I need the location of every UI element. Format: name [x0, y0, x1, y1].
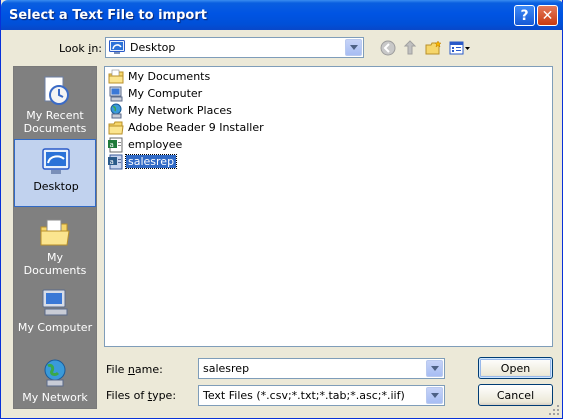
help-button[interactable]: ? [514, 5, 535, 26]
look-in-dropdown[interactable]: Desktop [105, 37, 364, 58]
file-type-value: Text Files (*.csv;*.txt;*.tab;*.asc;*.ii… [203, 389, 405, 402]
file-name-input[interactable] [198, 358, 445, 379]
look-in-label: Look in: [59, 42, 103, 55]
file-name: Adobe Reader 9 Installer [128, 121, 264, 134]
my-documents-icon [40, 219, 70, 246]
places-label: My Documents [23, 251, 87, 277]
file-name: My Network Places [128, 104, 232, 117]
file-import-dialog: Select a Text File to import ? ✕ Look in… [0, 0, 563, 419]
view-menu-icon [449, 41, 470, 55]
file-name: My Computer [128, 87, 203, 100]
cancel-button[interactable]: Cancel [478, 384, 553, 406]
my-computer-icon [42, 289, 68, 316]
places-item-my-computer[interactable]: My Computer [14, 281, 96, 349]
csv-file-icon: a [108, 137, 123, 153]
close-icon: ✕ [541, 7, 554, 24]
my-computer-icon [109, 86, 123, 102]
file-name: employee [128, 138, 183, 151]
places-label: My Computer [17, 321, 93, 334]
dialog-title: Select a Text File to import [9, 8, 207, 23]
desktop-icon [42, 148, 70, 174]
places-item-my-network[interactable]: My Network [14, 351, 96, 408]
file-name: My Documents [128, 70, 211, 83]
back-arrow-icon [380, 40, 396, 56]
my-documents-icon [108, 69, 124, 84]
open-button[interactable]: Open [478, 357, 553, 379]
new-folder-icon [425, 40, 442, 55]
chevron-down-icon[interactable] [426, 387, 443, 404]
views-menu-button[interactable] [448, 38, 472, 58]
file-type-label: Files of type: [106, 389, 177, 402]
help-icon: ? [520, 7, 529, 24]
close-button[interactable]: ✕ [537, 5, 558, 26]
places-label: Desktop [33, 180, 79, 193]
up-folder-icon [403, 40, 417, 55]
network-places-icon [110, 103, 122, 119]
file-name-history-dropdown[interactable] [426, 360, 443, 377]
svg-text:a: a [110, 158, 114, 166]
csv-file-icon: a [108, 154, 123, 170]
places-label: My Network [22, 391, 88, 404]
my-network-icon [44, 359, 66, 387]
places-item-my-documents[interactable]: My Documents [14, 211, 96, 279]
places-bar: My Recent Documents Desktop My Documents [13, 66, 97, 409]
file-type-select[interactable]: Text Files (*.csv;*.txt;*.tab;*.asc;*.ii… [198, 385, 445, 406]
places-label: My Recent Documents [23, 109, 87, 135]
file-name-label: File name: [106, 363, 163, 376]
resize-grip-icon[interactable] [548, 404, 560, 416]
recent-documents-icon [44, 76, 69, 105]
up-folder-button[interactable] [400, 38, 420, 58]
chevron-down-icon[interactable] [345, 39, 362, 56]
folder-icon [108, 121, 124, 135]
look-in-value: Desktop [130, 41, 176, 54]
file-name: salesrep [124, 154, 178, 169]
title-bar[interactable]: Select a Text File to import ? ✕ [1, 0, 563, 30]
desktop-icon [109, 40, 125, 54]
file-list[interactable]: My Documents My Computer My Network Plac… [104, 66, 553, 347]
places-item-recent-documents[interactable]: My Recent Documents [14, 69, 96, 137]
new-folder-button[interactable] [424, 38, 444, 58]
svg-text:a: a [110, 141, 114, 149]
places-item-desktop[interactable]: Desktop [14, 139, 96, 207]
back-button[interactable] [378, 38, 398, 58]
